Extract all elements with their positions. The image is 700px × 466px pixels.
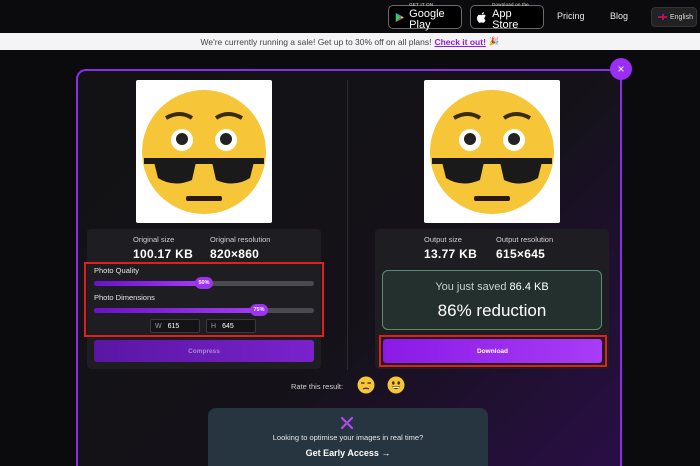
language-label: English	[670, 13, 693, 21]
grinning-face-icon[interactable]	[386, 375, 406, 395]
google-play-label: Google Play	[409, 7, 445, 31]
output-resolution-label: Output resolution	[496, 235, 554, 244]
savings-prefix: You just saved	[435, 281, 507, 293]
unamused-face-icon[interactable]	[356, 375, 376, 395]
original-size-label: Original size	[133, 235, 175, 244]
savings-value: 86.4 KB	[509, 281, 549, 293]
sale-banner-text: We're currently running a sale! Get up t…	[200, 36, 432, 47]
uk-flag-icon	[658, 14, 667, 20]
sunglasses-emoji-image	[430, 89, 554, 214]
sunglasses-emoji-image	[142, 89, 266, 214]
nav-pricing[interactable]: Pricing	[557, 11, 585, 21]
highlight-frame-download	[379, 335, 607, 367]
app-store-label: App Store	[492, 7, 519, 31]
language-selector[interactable]: English	[651, 7, 697, 27]
nav-blog[interactable]: Blog	[610, 11, 628, 21]
party-popper-icon: 🎉	[488, 36, 500, 46]
app-store-button[interactable]: Download on the App Store	[470, 3, 544, 31]
output-size-value: 13.77 KB	[424, 247, 478, 261]
sparkle-logo-icon	[340, 416, 354, 430]
output-resolution-value: 615×645	[496, 247, 546, 261]
rating-label: Rate this result:	[291, 382, 344, 391]
sale-banner: We're currently running a sale! Get up t…	[0, 33, 700, 50]
google-play-button[interactable]: GET IT ON Google Play	[388, 3, 462, 31]
compress-button[interactable]: Compress	[94, 340, 314, 362]
original-image	[136, 80, 272, 223]
reduction-text: 86% reduction	[437, 301, 547, 320]
apple-icon	[477, 11, 486, 23]
close-button[interactable]: ×	[610, 58, 632, 80]
original-resolution-value: 820×860	[210, 247, 260, 261]
promo-text: Looking to optimise your images in real …	[272, 433, 424, 442]
savings-line: You just saved 86.4 KB	[383, 281, 601, 293]
early-access-promo: Looking to optimise your images in real …	[208, 408, 488, 466]
output-image	[424, 80, 560, 223]
output-size-label: Output size	[424, 235, 462, 244]
compress-label: Compress	[188, 347, 220, 355]
top-bar: GET IT ON Google Play Download on the Ap…	[0, 0, 700, 33]
savings-summary: You just saved 86.4 KB 86% reduction	[382, 270, 602, 330]
close-icon: ×	[617, 62, 625, 76]
early-access-link[interactable]: Get Early Access →	[208, 448, 488, 458]
google-play-icon	[395, 12, 404, 22]
panel-divider	[347, 80, 348, 370]
original-resolution-label: Original resolution	[210, 235, 271, 244]
original-size-value: 100.17 KB	[133, 247, 194, 261]
sale-banner-link[interactable]: Check it out!	[434, 37, 485, 47]
highlight-frame-settings	[84, 262, 324, 337]
